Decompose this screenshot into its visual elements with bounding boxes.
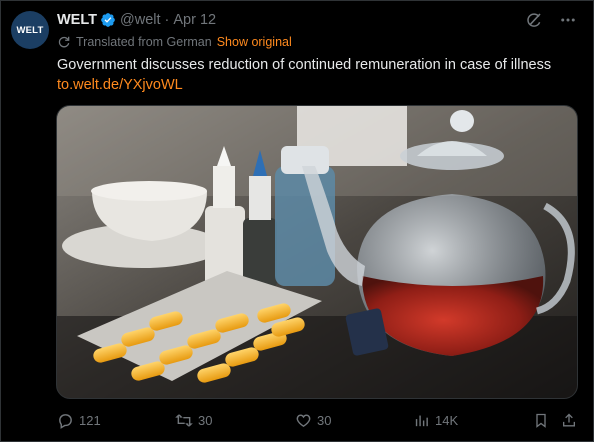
- repost-count: 30: [198, 412, 213, 428]
- separator-dot: ·: [164, 12, 170, 28]
- views-button[interactable]: 14K: [413, 411, 458, 429]
- grok-icon[interactable]: [525, 11, 543, 29]
- reply-button[interactable]: 121: [57, 411, 101, 429]
- photo-image: [57, 106, 577, 398]
- reply-count: 121: [79, 412, 101, 428]
- tweet-link[interactable]: to.welt.de/YXjvoWL: [57, 75, 551, 95]
- bookmark-icon: [536, 413, 546, 428]
- like-icon: [296, 413, 311, 427]
- bookmark-button[interactable]: [533, 411, 554, 429]
- verified-badge-icon: [101, 13, 115, 27]
- translation-note: Translated from German Show original: [57, 35, 292, 49]
- more-icon[interactable]: [559, 11, 577, 29]
- like-button[interactable]: 30: [295, 411, 331, 429]
- tweet-photo[interactable]: [56, 105, 578, 399]
- views-icon: [415, 415, 428, 426]
- repost-icon: [175, 413, 193, 427]
- share-button[interactable]: [561, 411, 582, 429]
- share-icon: [563, 413, 575, 426]
- tweet-date[interactable]: Apr 12: [173, 12, 216, 28]
- tweet-actions: 121 30 30 14K: [57, 411, 579, 429]
- tweet-header: WELT @welt · Apr 12: [57, 11, 216, 29]
- tweet-body: Government discusses reduction of contin…: [57, 55, 551, 95]
- translation-note-text: Translated from German: [76, 35, 212, 49]
- repost-button[interactable]: 30: [175, 411, 212, 429]
- reply-icon: [59, 413, 72, 429]
- tweet-text: Government discusses reduction of contin…: [57, 57, 552, 73]
- top-icons: [525, 11, 577, 29]
- like-count: 30: [317, 412, 332, 428]
- views-count: 14K: [435, 412, 459, 428]
- translate-icon: [58, 36, 70, 48]
- avatar-text: WELT: [16, 24, 44, 36]
- tweet-card[interactable]: WELT WELT @welt · Apr 12 Translated from…: [0, 0, 594, 442]
- avatar[interactable]: WELT: [11, 11, 49, 49]
- account-name[interactable]: WELT: [57, 12, 97, 28]
- show-original-link[interactable]: Show original: [217, 35, 292, 49]
- account-handle[interactable]: @welt: [120, 12, 161, 28]
